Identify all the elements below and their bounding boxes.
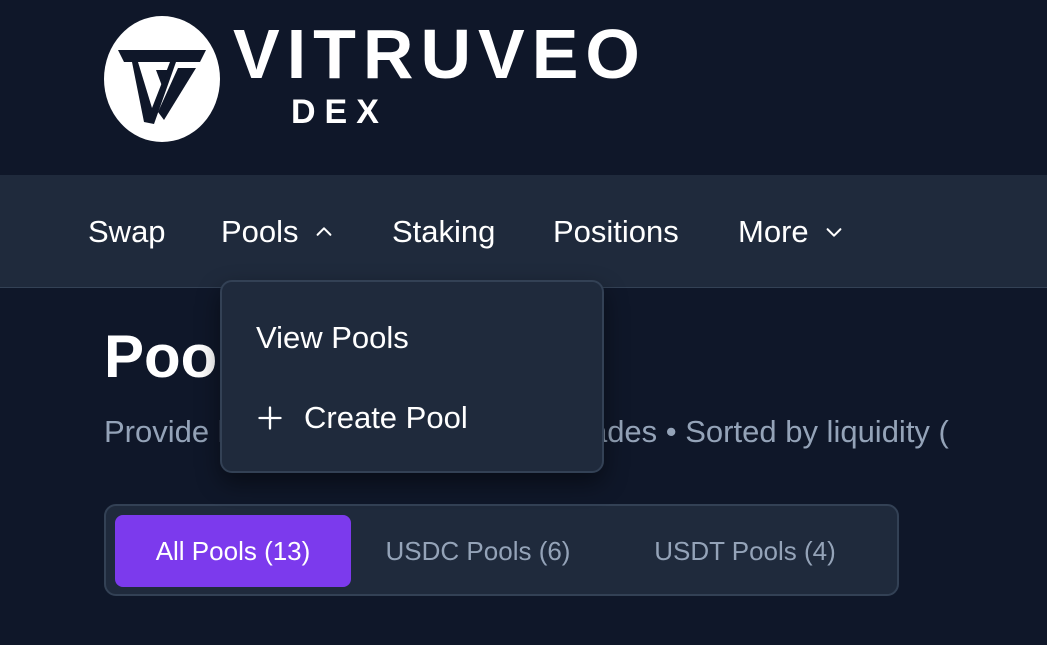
tab-usdc-pools[interactable]: USDC Pools (6) (364, 515, 592, 587)
menu-item-view-pools[interactable]: View Pools (256, 313, 409, 363)
menu-item-label: Create Pool (304, 400, 468, 435)
nav-item-label: More (738, 213, 809, 249)
nav-item-label: Pools (221, 213, 299, 249)
pool-filter-tabs: All Pools (13) USDC Pools (6) USDT Pools… (104, 504, 899, 596)
brand-name: VITRUVEO (233, 15, 647, 93)
chevron-down-icon (826, 227, 842, 237)
nav-item-staking[interactable]: Staking (392, 175, 495, 288)
nav-item-swap[interactable]: Swap (88, 175, 166, 288)
plus-icon (258, 406, 282, 430)
header: VITRUVEO DEX (0, 0, 1047, 175)
menu-item-label: View Pools (256, 320, 409, 355)
nav-item-label: Positions (553, 213, 679, 249)
nav-item-label: Swap (88, 213, 166, 249)
nav-bar: Swap Pools Staking Positions More (0, 175, 1047, 288)
vitruveo-logo-icon[interactable] (104, 16, 220, 142)
tab-label: All Pools (13) (155, 535, 311, 566)
tab-label: USDT Pools (4) (654, 535, 836, 566)
menu-item-create-pool[interactable]: Create Pool (256, 393, 468, 443)
app-page: VITRUVEO DEX Swap Pools Staking Position… (0, 0, 1047, 645)
nav-item-pools[interactable]: Pools (221, 175, 335, 288)
tab-all-pools[interactable]: All Pools (13) (115, 515, 351, 587)
nav-item-more[interactable]: More (738, 175, 845, 288)
chevron-up-icon (316, 226, 331, 236)
nav-item-positions[interactable]: Positions (553, 175, 679, 288)
tab-label: USDC Pools (6) (385, 535, 571, 566)
pools-dropdown-menu: View Pools Create Pool (220, 280, 604, 473)
tab-usdt-pools[interactable]: USDT Pools (4) (632, 515, 858, 587)
nav-item-label: Staking (392, 213, 496, 249)
brand-sub: DEX (291, 93, 388, 131)
